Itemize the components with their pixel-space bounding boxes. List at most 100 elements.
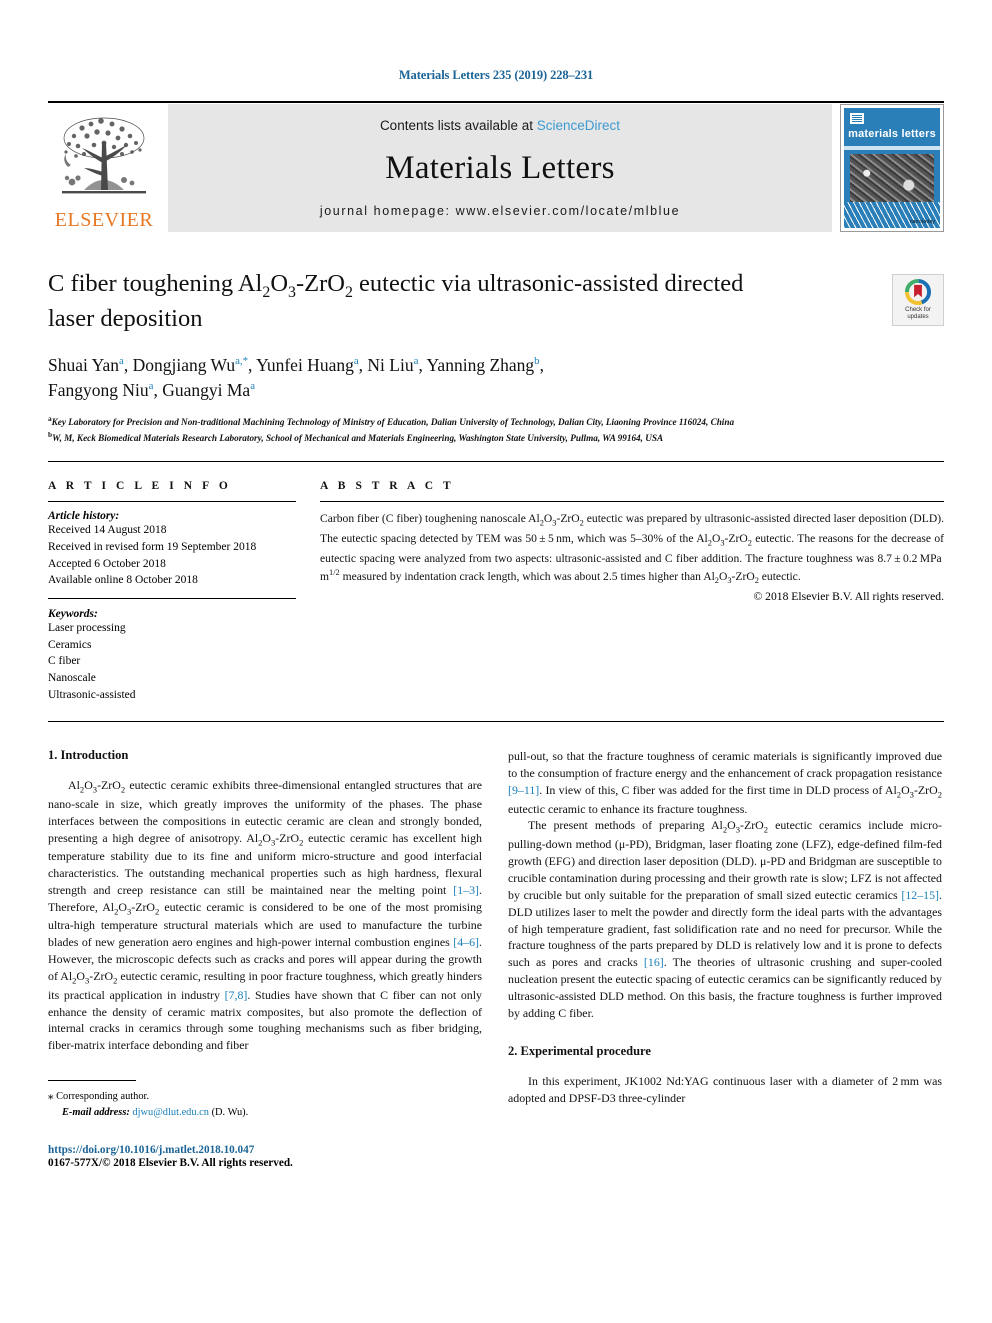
author-3: Ni Liua [367, 355, 418, 375]
cover-elsevier-mark-icon [849, 112, 865, 125]
intro-paragraph-continued: pull-out, so that the fracture toughness… [508, 749, 942, 816]
sciencedirect-link[interactable]: ScienceDirect [537, 118, 620, 133]
issn-copyright-line: 0167-577X/© 2018 Elsevier B.V. All right… [48, 1157, 293, 1170]
keyword-item: Ultrasonic-assisted [48, 688, 136, 701]
author-name: Yunfei Huang [256, 354, 354, 375]
corresponding-author-footnote: ⁎ Corresponding author. [48, 1088, 482, 1105]
abstract-rule [320, 501, 944, 503]
doi-link[interactable]: https://doi.org/10.1016/j.matlet.2018.10… [48, 1144, 482, 1156]
author-name: Shuai Yan [48, 354, 119, 375]
abstract-text: Carbon fiber (C fiber) toughening nanosc… [320, 512, 945, 586]
running-head: Materials Letters 235 (2019) 228–231 [398, 68, 594, 82]
elsevier-tree-icon [62, 117, 146, 194]
keywords-rule [48, 597, 296, 599]
crossmark-icon [905, 279, 931, 306]
article-page: Materials Letters 235 (2019) 228–231 ELS… [0, 0, 992, 1323]
article-info-heading: A R T I C L E I N F O [48, 480, 232, 493]
cover-journal-title: materials letters [848, 128, 936, 140]
keyword-item: Laser processing [48, 621, 126, 634]
masthead-top-rule [48, 101, 944, 103]
history-accepted: Accepted 6 October 2018 [48, 557, 166, 570]
author-2: Yunfei Huanga [256, 355, 359, 375]
citation-9-11[interactable]: [9–11] [508, 783, 539, 797]
article-info-column: A R T I C L E I N F O Article history: R… [48, 480, 320, 703]
methods-paragraph: The present methods of preparing Al2O3-Z… [508, 818, 942, 1021]
section-heading-introduction: 1. Introduction [48, 748, 129, 763]
body-columns: 1. Introduction Al2O3-ZrO2 eutectic cera… [48, 748, 944, 1169]
author-affiliation-mark: a,* [235, 354, 249, 367]
crossmark-badge[interactable]: Check for updates [892, 274, 944, 326]
keyword-item: Ceramics [48, 638, 92, 651]
body-column-left: 1. Introduction Al2O3-ZrO2 eutectic cera… [48, 748, 482, 1169]
email-footnote: E-mail address: djwu@dlut.edu.cn (D. Wu)… [48, 1105, 482, 1121]
citation-4-6[interactable]: [4–6] [453, 935, 479, 949]
author-1: Dongjiang Wua,* [133, 355, 248, 375]
experimental-paragraph: In this experiment, JK1002 Nd:YAG contin… [508, 1073, 942, 1105]
author-affiliation-mark: a [148, 380, 154, 393]
author-name: Guangyi Ma [162, 380, 251, 400]
elsevier-logo: ELSEVIER [48, 104, 160, 232]
journal-cover-thumbnail: materials letters nanotoday [840, 104, 944, 232]
journal-title: Materials Letters [385, 150, 615, 186]
title-block: C fiber toughening Al2O3-ZrO2 eutectic v… [48, 268, 944, 445]
author-name: Yanning Zhang [426, 354, 535, 375]
cover-band [844, 146, 940, 150]
crossmark-line2: updates [907, 314, 929, 320]
intro-paragraph: Al2O3-ZrO2 eutectic ceramic exhibits thr… [48, 778, 482, 1053]
footnote-area: ⁎ Corresponding author. E-mail address: … [48, 1080, 482, 1120]
footnote-star: ⁎ [48, 1090, 54, 1103]
author-5: Fangyong Niua [48, 380, 153, 400]
cover-footer-mark: nanotoday [909, 219, 935, 225]
keyword-item: C fiber [48, 655, 81, 668]
affiliation-list: aKey Laboratory for Precision and Non-tr… [48, 414, 944, 445]
abstract-copyright: © 2018 Elsevier B.V. All rights reserved… [753, 589, 944, 603]
author-list: Shuai Yana, Dongjiang Wua,*, Yunfei Huan… [48, 354, 544, 400]
citation-12-15[interactable]: [12–15] [901, 888, 939, 902]
history-revised: Received in revised form 19 September 20… [48, 540, 257, 553]
article-history-label: Article history: [48, 510, 120, 523]
abstract-heading: A B S T R A C T [320, 480, 455, 493]
section-heading-experimental: 2. Experimental procedure [508, 1043, 651, 1058]
author-affiliation-mark: a [413, 354, 419, 367]
email-label: E-mail address: [62, 1106, 130, 1118]
info-abstract-block: A R T I C L E I N F O Article history: R… [48, 480, 944, 703]
email-owner: (D. Wu). [211, 1106, 249, 1118]
info-section-top-rule [48, 461, 944, 463]
contents-available-line: Contents lists available at ScienceDirec… [380, 118, 620, 133]
affiliation-text: Key Laboratory for Precision and Non-tra… [51, 417, 735, 428]
footnote-corresponding-text: Corresponding author. [56, 1091, 150, 1103]
contents-prefix: Contents lists available at [379, 118, 537, 133]
author-affiliation-mark: a [353, 354, 359, 367]
elsevier-wordmark: ELSEVIER [54, 209, 154, 231]
journal-masthead: ELSEVIER Contents lists available at Sci… [48, 104, 944, 232]
citation-7-8[interactable]: [7,8] [225, 988, 248, 1002]
author-6: Guangyi Maa [162, 380, 255, 400]
abstract-bottom-rule [48, 721, 944, 723]
history-online: Available online 8 October 2018 [48, 574, 198, 587]
crossmark-label: Check for updates [905, 307, 931, 321]
article-info-rule [48, 501, 296, 503]
author-name: Dongjiang Wu [132, 354, 236, 375]
citation-16[interactable]: [16] [644, 955, 664, 969]
abstract-column: A B S T R A C T Carbon fiber (C fiber) t… [320, 480, 944, 703]
affiliation-a: aKey Laboratory for Precision and Non-tr… [48, 414, 944, 429]
cover-micrograph-image [850, 154, 934, 202]
email-link[interactable]: djwu@dlut.edu.cn [132, 1107, 209, 1118]
masthead-center: Contents lists available at ScienceDirec… [168, 104, 832, 232]
author-affiliation-mark: a [250, 380, 256, 393]
keywords-label: Keywords: [48, 607, 98, 620]
affiliation-b: bW, M, Keck Biomedical Materials Researc… [48, 430, 944, 445]
citation-1-3[interactable]: [1–3] [453, 883, 479, 897]
journal-homepage[interactable]: journal homepage: www.elsevier.com/locat… [320, 204, 680, 218]
author-affiliation-mark: a [119, 354, 124, 367]
keyword-item: Nanoscale [48, 671, 96, 684]
body-column-right: pull-out, so that the fracture toughness… [508, 748, 942, 1169]
author-name: Ni Liu [367, 354, 414, 375]
footnote-rule [48, 1080, 136, 1082]
crossmark-line1: Check for [905, 307, 931, 314]
history-received: Received 14 August 2018 [48, 524, 167, 537]
author-0: Shuai Yana [48, 355, 124, 375]
footer-doi-block: https://doi.org/10.1016/j.matlet.2018.10… [48, 1144, 482, 1169]
page-title: C fiber toughening Al2O3-ZrO2 eutectic v… [48, 270, 744, 333]
author-name: Fangyong Niu [48, 380, 149, 400]
